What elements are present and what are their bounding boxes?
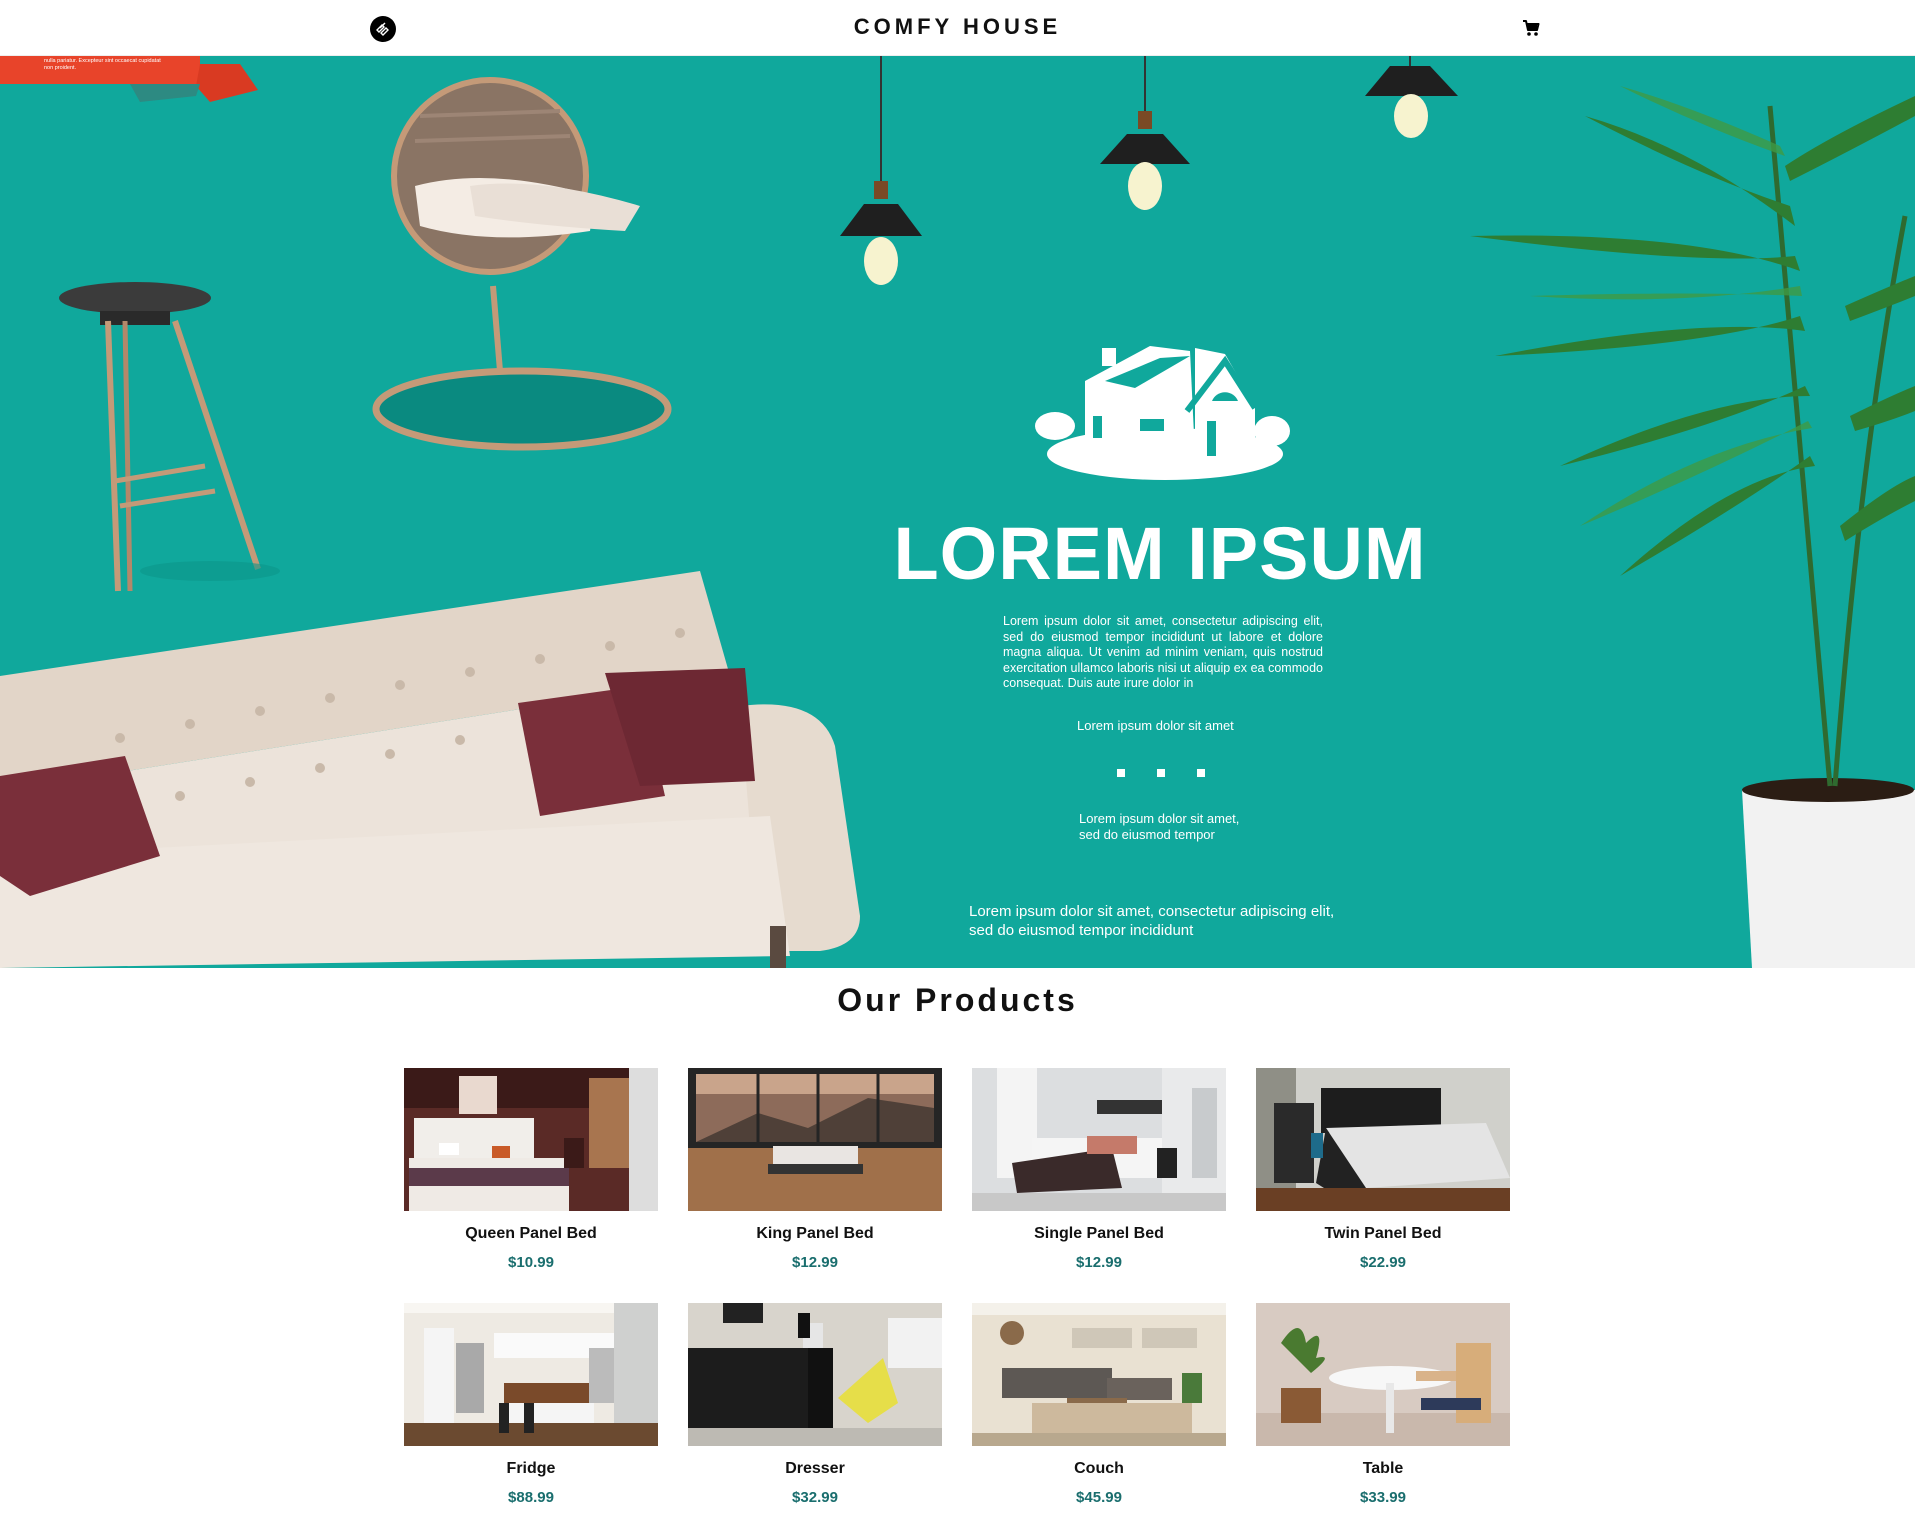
hero-subcaption-line: sed do eiusmod tempor (1079, 827, 1215, 842)
hero-footer-text: Lorem ipsum dolor sit amet, consectetur … (969, 902, 1389, 940)
product-image[interactable] (688, 1068, 942, 1211)
bar-stool (59, 282, 280, 592)
site-title[interactable]: COMFY HOUSE (854, 14, 1061, 39)
product-card[interactable]: Queen Panel Bed $10.99 (404, 1068, 658, 1303)
product-name: Table (1362, 1460, 1404, 1477)
product-price: $12.99 (792, 1254, 838, 1271)
hero-subcaption: Lorem ipsum dolor sit amet, sed do eiusm… (1079, 811, 1279, 843)
section-title: Our Products (837, 982, 1078, 1018)
cart-icon[interactable] (1518, 15, 1544, 41)
product-name: King Panel Bed (756, 1225, 874, 1242)
hero-subcaption-line: Lorem ipsum dolor sit amet, (1079, 811, 1240, 826)
pendant-lamps (840, 56, 1458, 285)
hanging-chair (372, 77, 672, 451)
product-image[interactable] (404, 1068, 658, 1211)
hero-banner: nulla pariatur. Excepteur sint occaecat … (0, 56, 1915, 968)
brand-logo-icon[interactable] (370, 16, 396, 42)
product-price: $45.99 (1076, 1489, 1122, 1506)
product-price: $32.99 (792, 1489, 838, 1506)
navbar: COMFY HOUSE (0, 0, 1915, 56)
hero-footer-line: Lorem ipsum dolor sit amet, consectetur … (969, 903, 1335, 920)
product-card[interactable]: Fridge $88.99 (404, 1303, 658, 1523)
product-name: Queen Panel Bed (465, 1225, 597, 1242)
product-card[interactable]: Couch $45.99 (972, 1303, 1226, 1523)
carousel-dot[interactable] (1157, 769, 1165, 777)
hero-footer-line: sed do eiusmod tempor incididunt (969, 922, 1194, 939)
carousel-dot[interactable] (1197, 769, 1205, 777)
sofa (0, 571, 860, 968)
product-image[interactable] (1256, 1068, 1510, 1211)
product-price: $12.99 (1076, 1254, 1122, 1271)
product-image[interactable] (1256, 1303, 1510, 1446)
product-image[interactable] (404, 1303, 658, 1446)
product-price: $10.99 (508, 1254, 554, 1271)
product-name: Twin Panel Bed (1324, 1225, 1442, 1242)
products-grid: Queen Panel Bed $10.99 King Panel Bed $1… (404, 1068, 1510, 1523)
product-card[interactable]: Single Panel Bed $12.99 (972, 1068, 1226, 1303)
carousel-dots[interactable] (1117, 769, 1205, 777)
product-price: $22.99 (1360, 1254, 1406, 1271)
house-logo-icon (1035, 346, 1290, 480)
product-card[interactable]: King Panel Bed $12.99 (688, 1068, 942, 1303)
product-image[interactable] (688, 1303, 942, 1446)
product-image[interactable] (972, 1068, 1226, 1211)
hero-paragraph: Lorem ipsum dolor sit amet, consectetur … (1003, 614, 1323, 690)
potted-plant (1470, 86, 1915, 968)
product-name: Fridge (506, 1460, 556, 1477)
product-price: $33.99 (1360, 1489, 1406, 1506)
product-name: Couch (1074, 1460, 1124, 1477)
product-name: Dresser (785, 1460, 845, 1477)
product-image[interactable] (972, 1303, 1226, 1446)
product-card[interactable]: Dresser $32.99 (688, 1303, 942, 1523)
hero-title: LOREM IPSUM (893, 512, 1427, 595)
product-card[interactable]: Twin Panel Bed $22.99 (1256, 1068, 1510, 1303)
hero-caption: Lorem ipsum dolor sit amet (1077, 718, 1234, 733)
carousel-dot[interactable] (1117, 769, 1125, 777)
product-card[interactable]: Table $33.99 (1256, 1303, 1510, 1523)
ribbon-text: nulla pariatur. Excepteur sint occaecat … (44, 58, 161, 71)
product-price: $88.99 (508, 1489, 554, 1506)
product-name: Single Panel Bed (1034, 1225, 1164, 1242)
